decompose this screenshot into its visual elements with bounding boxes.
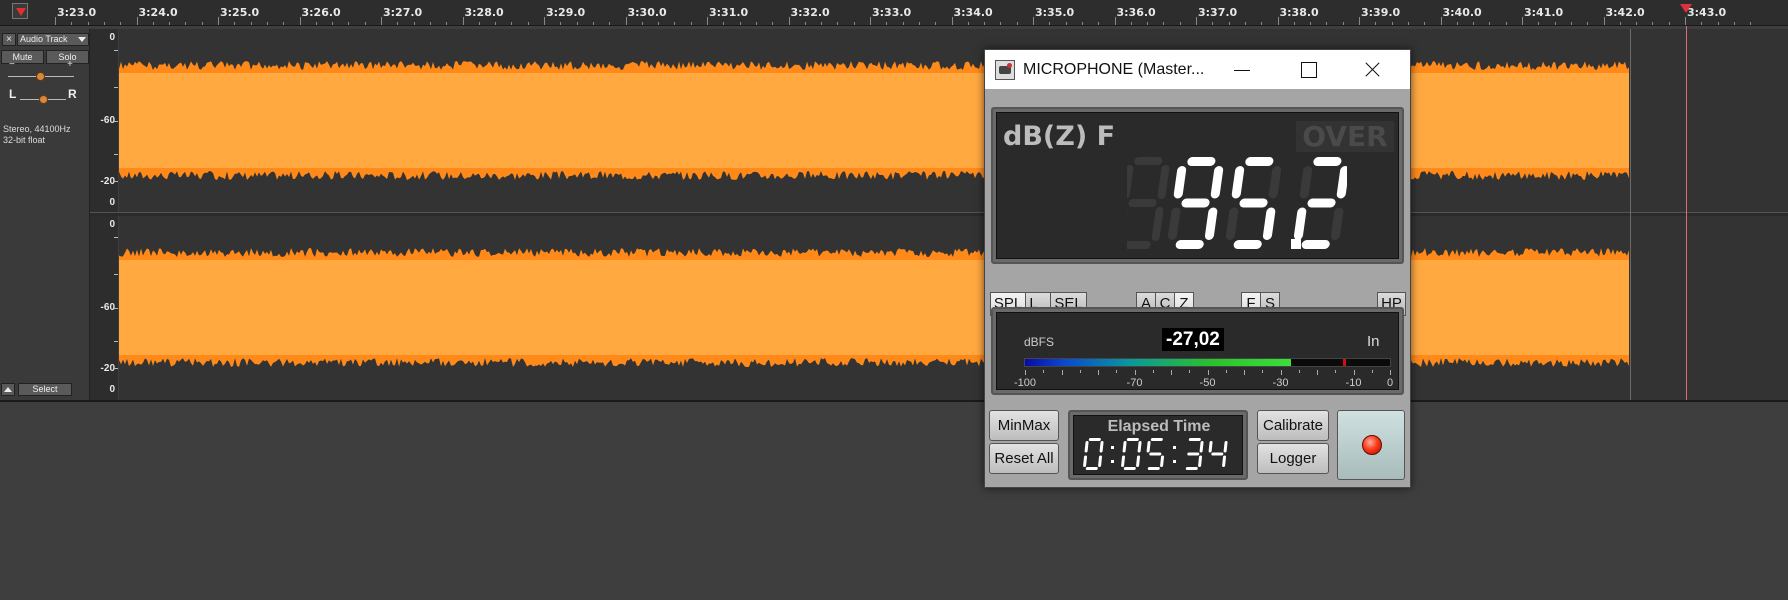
ruler-tick-label: 3:24.0 [138,6,178,19]
pan-left-label: L [9,87,17,101]
track-name-dropdown[interactable]: Audio Track [17,33,89,46]
ruler-tick-label: 3:42.0 [1605,6,1645,19]
level-meter-peak [1342,359,1346,366]
collapse-track-icon[interactable] [1,383,15,396]
ruler-tick-label: 3:25.0 [220,6,260,19]
reset-all-button[interactable]: Reset All [989,443,1059,474]
track-format-bits: 32-bit float [3,135,46,145]
meter-scale-label: -10 [1345,377,1362,389]
track-format-rate: Stereo, 44100Hz [3,124,71,134]
timeline-ruler[interactable]: 3:23.0 3:24.0 3:25.0 3:26.0 3:27.0 3:28.0 3:29… [0,0,1788,26]
track-format-info: Stereo, 44100Hz 32-bit float [3,124,89,146]
maximize-icon[interactable] [1297,58,1321,82]
scale-label: -60 [100,302,115,313]
logger-button[interactable]: Logger [1257,443,1329,474]
ruler-tick-label: 3:33.0 [872,6,912,19]
channel-1-scale: 0 -60 -20 0 [90,29,118,212]
scale-label: 0 [109,197,115,208]
track-bottom-border [0,400,1788,402]
window-title: MICROPHONE (Master... [1023,61,1205,78]
gain-slider-knob[interactable] [36,72,45,81]
ruler-tick-label: 3:31.0 [709,6,749,19]
level-meter-fill [1025,359,1292,366]
over-indicator: OVER [1296,121,1394,152]
scale-label: -20 [100,176,115,187]
track-name-label: Audio Track [20,34,68,44]
main-display: dB(Z) F OVER [991,107,1404,264]
scale-label: 0 [109,32,115,43]
pan-slider-knob[interactable] [39,95,48,104]
select-track-button[interactable]: Select [18,383,72,396]
playhead-line [1686,26,1687,400]
channel-2-scale: 0 -60 -20 0 [90,216,118,400]
ruler-tick-label: 3:26.0 [301,6,341,19]
ruler-tick-label: 3:32.0 [790,6,830,19]
minimize-icon[interactable] [1231,58,1255,82]
scale-label: 0 [109,219,115,230]
ruler-tick-label: 3:39.0 [1361,6,1401,19]
record-led-icon [1362,435,1382,455]
ruler-tick-label: 3:27.0 [383,6,423,19]
meter-scale-label: -100 [1013,377,1037,389]
minmax-button[interactable]: MinMax [989,410,1059,441]
app-icon[interactable] [995,60,1015,80]
spl-readout [1127,157,1347,249]
weighting-label: dB(Z) F [1003,121,1116,152]
ruler-tick-label: 3:41.0 [1524,6,1564,19]
meter-scale-label: -30 [1272,377,1289,389]
clip-end-line [1630,29,1631,400]
meter-scale-label: -70 [1126,377,1143,389]
ruler-tick-label: 3:34.0 [953,6,993,19]
play-head-marker-icon[interactable] [12,3,28,19]
gain-minus-label: − [9,59,15,70]
elapsed-time-title: Elapsed Time [1107,418,1211,435]
close-icon[interactable] [1361,58,1385,82]
gain-plus-label: + [67,59,73,70]
chevron-down-icon [78,37,86,42]
pan-right-label: R [68,87,77,101]
scale-label: -20 [100,363,115,374]
elapsed-time-panel: Elapsed Time [1068,410,1248,480]
input-label: In [1367,333,1380,350]
scale-label: 0 [109,384,115,395]
dbfs-label: dBFS [1024,335,1055,349]
ruler-tick-label: 3:23.0 [57,6,97,19]
waveform-channel-left[interactable] [119,29,1788,212]
waveform-channel-right[interactable] [119,216,1788,400]
dbfs-value: -27,02 [1162,328,1224,351]
meter-scale-label: -50 [1199,377,1216,389]
meter-scale-label: 0 [1386,377,1394,389]
main-display-screen: dB(Z) F OVER [996,112,1399,259]
ruler-tick-label: 3:35.0 [1035,6,1075,19]
ruler-tick-label: 3:38.0 [1279,6,1319,19]
sound-level-meter-window: MICROPHONE (Master... dB(Z) F OVER SPL L… [984,49,1411,488]
input-meter-panel: dBFS -27,02 In -100 -70 -50 -30 -10 0 [991,307,1404,395]
ruler-tick-label: 3:40.0 [1442,6,1482,19]
track-close-button[interactable]: × [2,33,16,46]
ruler-tick-label: 3:36.0 [1116,6,1156,19]
record-button[interactable] [1337,410,1405,480]
ruler-tick-label: 3:30.0 [627,6,667,19]
level-meter-bar [1024,358,1391,367]
window-titlebar[interactable]: MICROPHONE (Master... [985,50,1410,89]
ruler-tick-label: 3:28.0 [464,6,504,19]
calibrate-button[interactable]: Calibrate [1257,410,1329,441]
ruler-tick-label: 3:37.0 [1198,6,1238,19]
ruler-tick-label: 3:29.0 [546,6,586,19]
elapsed-time-readout [1083,438,1228,470]
track-control-panel: × Audio Track Mute Solo − + L R Stereo, … [0,29,90,401]
ruler-tick-label: 3:43.0 [1687,6,1727,19]
mute-button[interactable]: Mute [1,50,44,64]
scale-label: -60 [100,115,115,126]
elapsed-time-screen: Elapsed Time [1073,415,1243,475]
selection-end-marker-icon[interactable] [1680,4,1692,13]
audacity-window: 3:23.0 3:24.0 3:25.0 3:26.0 3:27.0 3:28.0 3:29… [0,0,1788,600]
input-meter-screen: dBFS -27,02 In -100 -70 -50 -30 -10 0 [996,312,1399,390]
